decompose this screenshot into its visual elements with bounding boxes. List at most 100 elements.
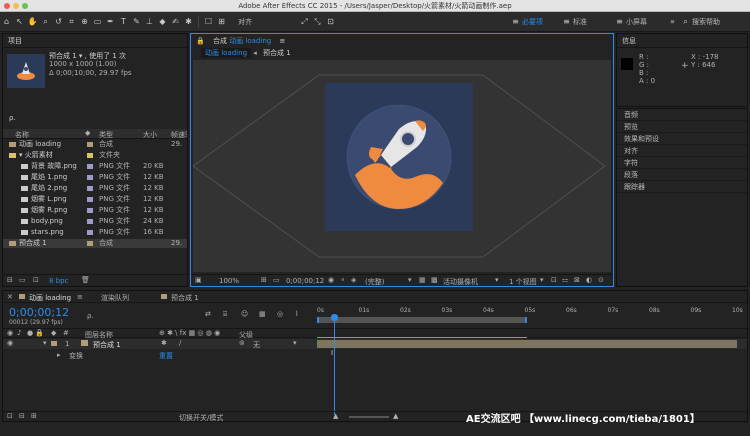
project-item-row[interactable]: 尾焰 2.png PNG 文件 12 KB (3, 184, 187, 193)
project-item-row[interactable]: 背景 故障.png PNG 文件 20 KB (3, 162, 187, 171)
quality-switch-icon[interactable]: / (179, 339, 181, 347)
rectangle-tool-icon[interactable]: ▭ (91, 15, 104, 29)
zoom-slider[interactable] (349, 416, 389, 418)
search-help-field[interactable]: 搜索帮助 (692, 17, 750, 27)
col-size-header[interactable]: 大小 (143, 130, 157, 140)
item-label-swatch[interactable] (87, 241, 93, 246)
transparency-grid-icon[interactable]: ▩ (431, 276, 438, 284)
view-axis-icon[interactable]: ⊡ (324, 15, 337, 29)
graph-editor-icon[interactable]: ⌇ (295, 310, 298, 318)
local-axis-icon[interactable]: ⤢ (298, 15, 311, 29)
minimize-window-button[interactable] (13, 3, 19, 9)
project-item-row[interactable]: stars.png PNG 文件 16 KB (3, 228, 187, 237)
tab-menu-icon[interactable]: ≡ (77, 293, 83, 301)
workspace-menu-icon[interactable]: ≡ (509, 15, 522, 29)
zoom-window-button[interactable] (22, 3, 28, 9)
panel-paragraph[interactable]: 段落 (617, 169, 747, 181)
timeline-link-icon[interactable]: ⊠ (574, 276, 580, 284)
frame-blending-icon[interactable]: ▦ (259, 310, 266, 318)
timeline-close-icon[interactable]: ✕ (7, 293, 13, 301)
project-item-row[interactable]: ▾ 火箭素材 文件夹 (3, 151, 187, 160)
exposure-icon[interactable]: ⊙ (598, 276, 604, 284)
lock-icon[interactable]: 🔒 (196, 37, 205, 45)
project-item-row[interactable]: 烟雾 R.png PNG 文件 12 KB (3, 206, 187, 215)
col-fps-header[interactable]: 帧速率 (171, 130, 187, 140)
motion-blur-icon[interactable]: ◎ (277, 310, 283, 318)
transform-expand-icon[interactable]: ▸ (57, 351, 61, 359)
draft-3d-icon[interactable]: ⌸ (223, 310, 227, 319)
transform-label[interactable]: 变换 (69, 351, 83, 361)
panel-audio[interactable]: 音频 (617, 109, 747, 121)
show-snapshot-icon[interactable]: ⚬ (340, 276, 346, 284)
delete-icon[interactable]: 🗑 (81, 276, 90, 284)
region-icon[interactable]: ▦ (419, 276, 426, 284)
resolution-arrow-icon[interactable]: ▾ (408, 276, 412, 284)
toggle-switches-modes-button[interactable]: 切换开关/模式 (179, 413, 223, 423)
toggle-transfer-icon[interactable]: ⊞ (31, 412, 37, 420)
layer-visibility-icon[interactable]: ◉ (7, 339, 13, 347)
shy-layers-icon[interactable]: ☺ (241, 310, 248, 318)
snapping-checkbox[interactable]: ☐ (202, 15, 215, 29)
new-folder-icon[interactable]: ▭ (19, 276, 26, 284)
timeline-search-input[interactable]: ρ. (87, 312, 171, 320)
flowchart-icon[interactable]: ⚏ (562, 276, 568, 284)
zoom-in-icon[interactable]: ▲ (393, 412, 398, 420)
interpret-footage-icon[interactable]: ⊟ (7, 276, 13, 284)
view-layout-arrow-icon[interactable]: ▾ (540, 276, 544, 284)
comp-viewer[interactable] (193, 60, 611, 272)
layer-parent-dropdown[interactable]: 无 (253, 340, 260, 350)
zoom-out-icon[interactable]: ▲ (333, 412, 338, 420)
reset-exposure-icon[interactable]: ◐ (586, 276, 592, 284)
camera-view-dropdown[interactable]: 活动摄像机 (443, 277, 478, 287)
view-layout-dropdown[interactable]: 1 个视图 (509, 277, 537, 287)
item-label-swatch[interactable] (87, 219, 93, 224)
project-item-row[interactable]: 烟雾 L.png PNG 文件 12 KB (3, 195, 187, 204)
current-time-display[interactable]: 0;00;00;12 (286, 277, 324, 285)
hand-tool-icon[interactable]: ✋ (26, 15, 39, 29)
channel-icon[interactable]: ◈ (351, 276, 356, 284)
render-icon[interactable]: ⊡ (551, 276, 557, 284)
col-type-header[interactable]: 类型 (99, 130, 113, 140)
selection-tool-icon[interactable]: ↖ (13, 15, 26, 29)
fit-icon[interactable]: ▭ (273, 276, 280, 284)
world-axis-icon[interactable]: ⤡ (311, 15, 324, 29)
item-label-swatch[interactable] (87, 175, 93, 180)
layer-expand-icon[interactable]: ▾ (43, 339, 47, 347)
comp-panel-menu-icon[interactable]: ≡ (279, 37, 285, 45)
camera-tool-icon[interactable]: ⌗ (65, 15, 78, 29)
safe-zones-icon[interactable]: ⊞ (261, 276, 267, 284)
zoom-dropdown[interactable]: 100% (219, 277, 239, 285)
item-label-swatch[interactable] (87, 197, 93, 202)
workspace-overflow-icon[interactable]: » (666, 15, 679, 29)
pen-tool-icon[interactable]: ✒ (104, 15, 117, 29)
panel-tracker[interactable]: 跟踪器 (617, 181, 747, 193)
item-label-swatch[interactable] (87, 142, 93, 147)
panel-align[interactable]: 对齐 (617, 145, 747, 157)
panel-effects-presets[interactable]: 效果和预设 (617, 133, 747, 145)
zoom-tool-icon[interactable]: ⌕ (39, 15, 52, 29)
resolution-dropdown[interactable]: (完整) (365, 277, 384, 287)
parent-pickwhip-icon[interactable]: ⊚ (239, 339, 245, 347)
close-window-button[interactable] (4, 3, 10, 9)
home-icon[interactable]: ⌂ (0, 15, 13, 29)
new-comp-icon[interactable]: ⊡ (33, 276, 39, 284)
type-tool-icon[interactable]: T (117, 15, 130, 29)
snapshot-icon[interactable]: ◉ (328, 276, 334, 284)
item-label-swatch[interactable] (87, 164, 93, 169)
item-label-swatch[interactable] (87, 153, 93, 158)
project-item-row[interactable]: 预合成 1 合成 29. (3, 239, 187, 248)
clone-stamp-tool-icon[interactable]: ⊥ (143, 15, 156, 29)
camera-arrow-icon[interactable]: ▾ (495, 276, 499, 284)
toggle-switches-icon[interactable]: ⊡ (7, 412, 13, 420)
rotate-tool-icon[interactable]: ↺ (52, 15, 65, 29)
layer-label-swatch[interactable] (51, 341, 57, 346)
project-item-row[interactable]: 动画 loading 合成 29. (3, 140, 187, 149)
panel-preview[interactable]: 预览 (617, 121, 747, 133)
work-area-bar[interactable] (317, 317, 527, 323)
workspace-standard-tab[interactable]: 标准 (573, 17, 613, 27)
col-name-header[interactable]: 名称 (15, 130, 29, 140)
timeline-current-time[interactable]: 0;00;00;12 (9, 306, 69, 319)
comp-panel-title[interactable]: 动画 loading (229, 37, 271, 45)
item-label-swatch[interactable] (87, 208, 93, 213)
project-search-input[interactable]: ρ. (9, 114, 183, 124)
